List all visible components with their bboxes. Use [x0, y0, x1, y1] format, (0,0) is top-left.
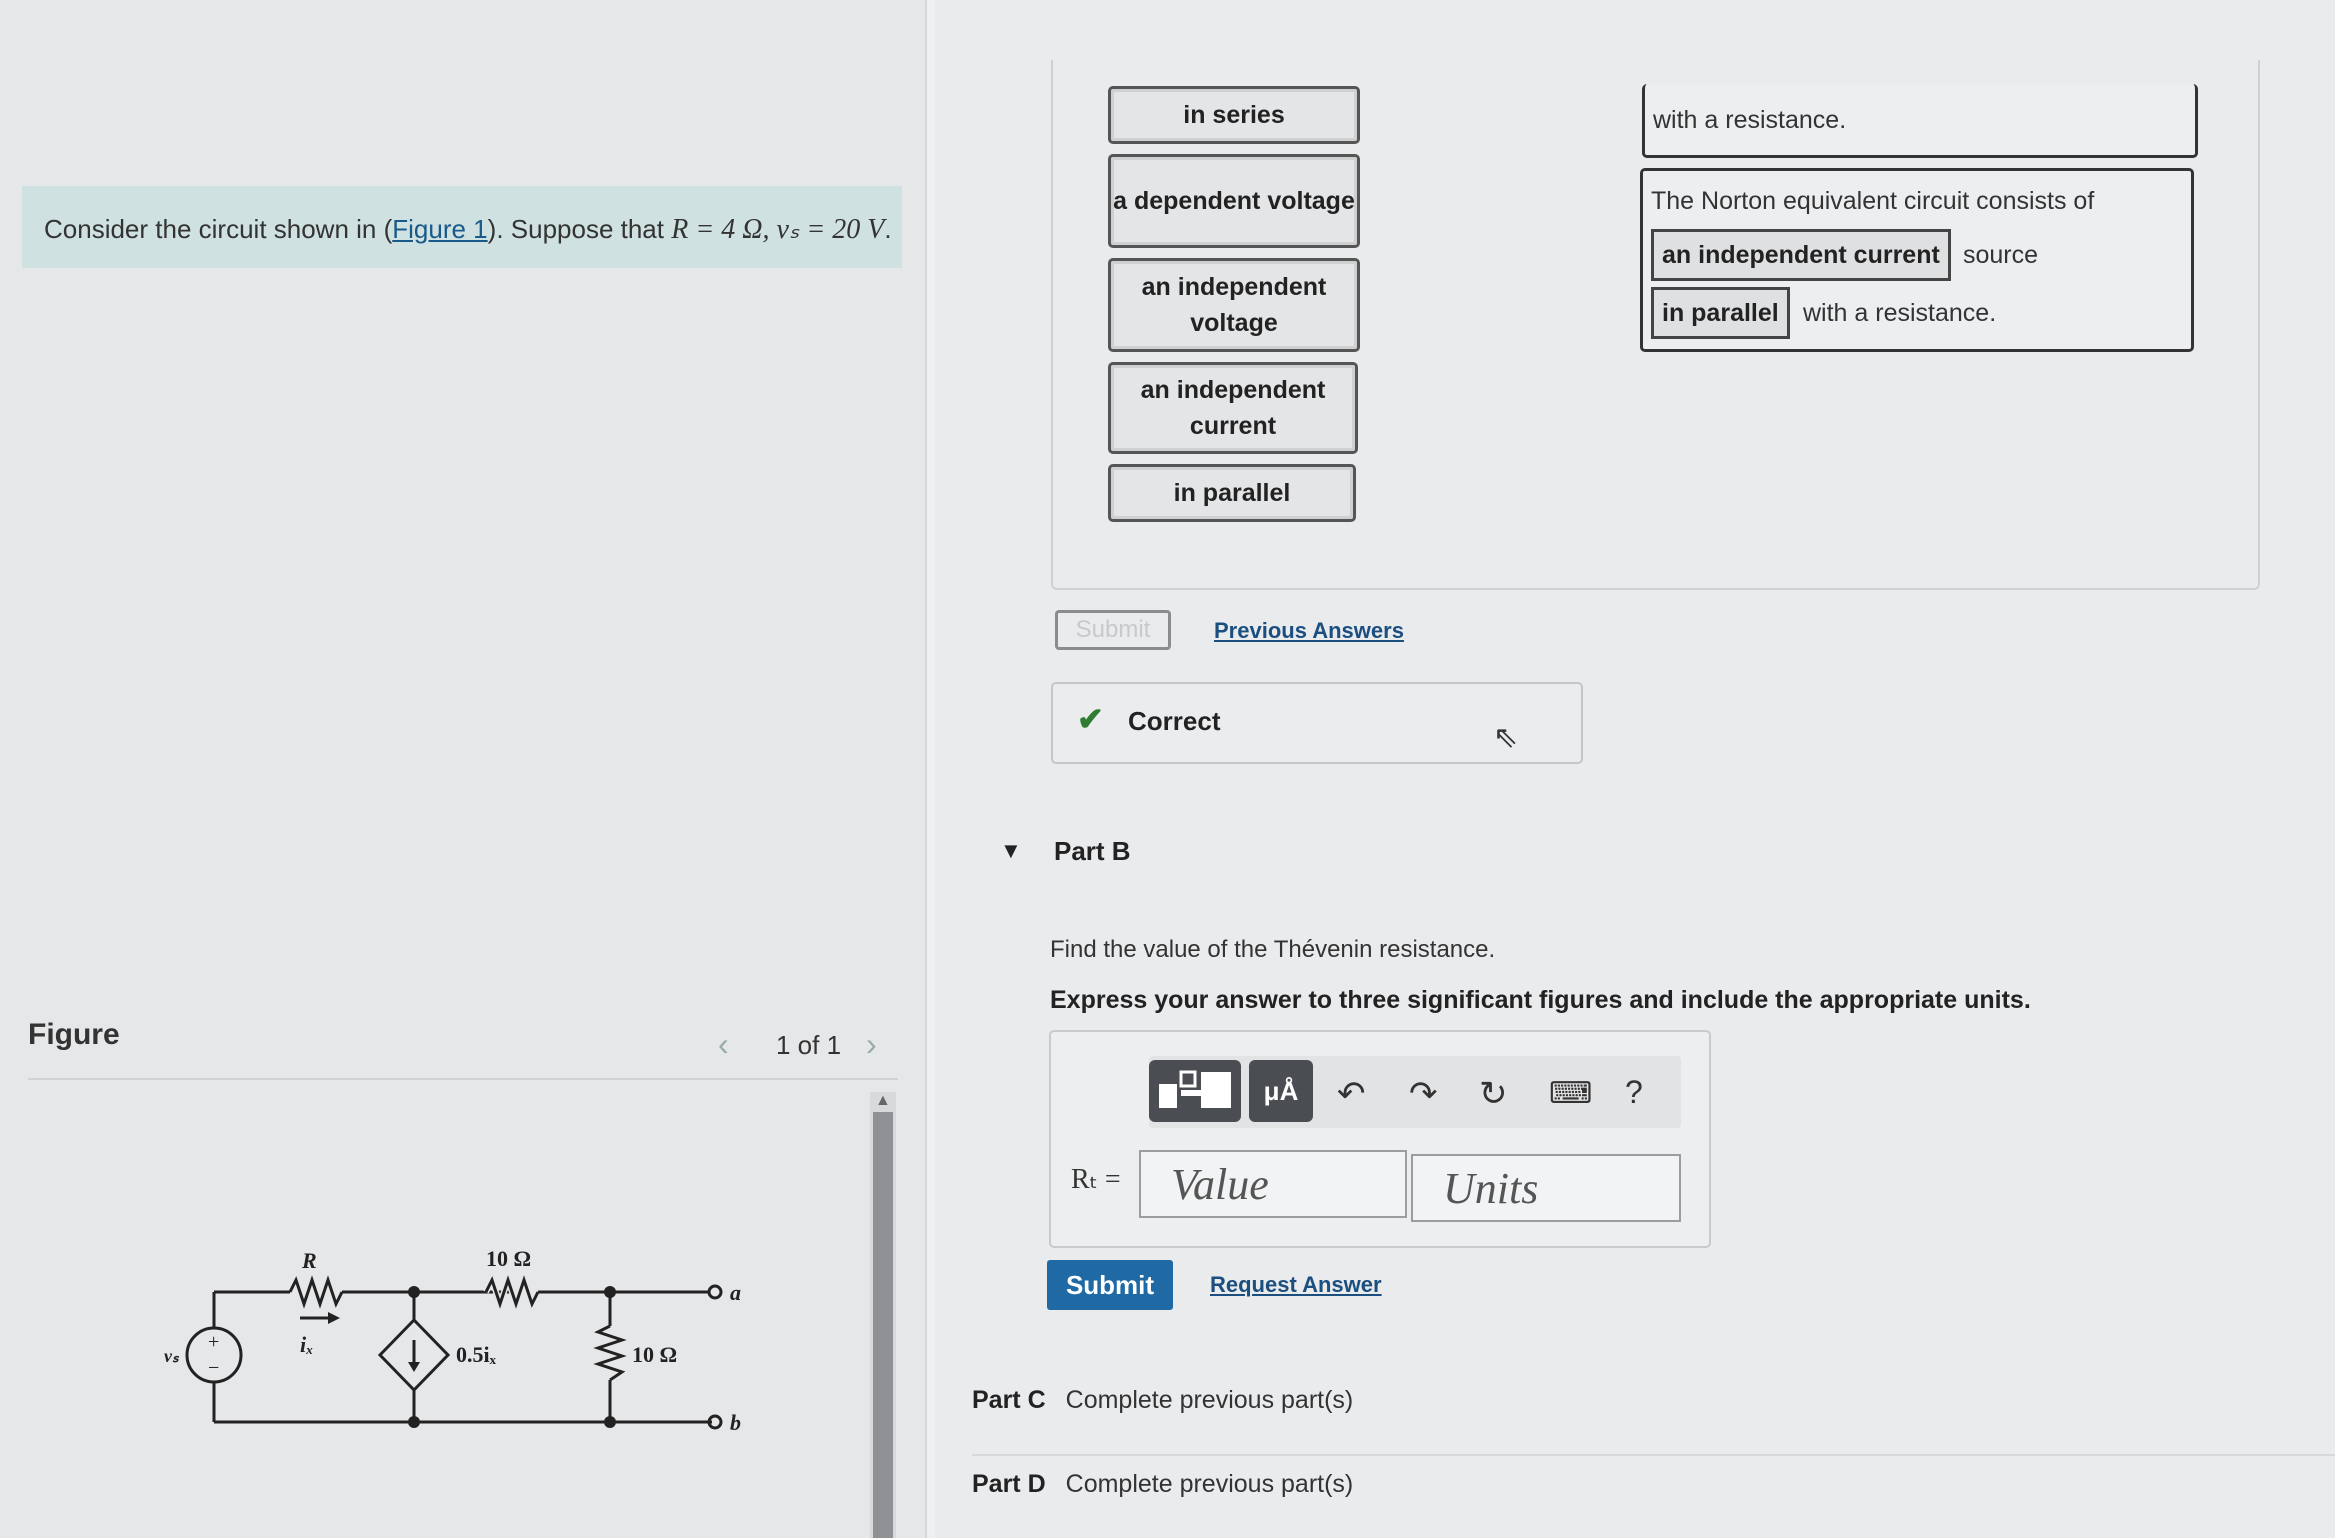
dependent-source-label: 0.5iₓ — [456, 1342, 497, 1367]
plus-sign: + — [208, 1331, 219, 1353]
thevenin-tail-text: with a resistance. — [1653, 106, 1847, 134]
undo-icon[interactable]: ↶ — [1337, 1074, 1366, 1114]
part-c-row[interactable]: Part C Complete previous part(s) — [972, 1386, 1353, 1415]
figure-next-icon[interactable]: › — [866, 1026, 877, 1063]
part-d-status: Complete previous part(s) — [1065, 1470, 1354, 1498]
templates-icon — [1159, 1070, 1231, 1108]
part-d-row[interactable]: Part D Complete previous part(s) — [972, 1470, 1353, 1499]
redo-icon[interactable]: ↷ — [1409, 1074, 1438, 1114]
source-vs-label: vₛ — [164, 1346, 180, 1366]
previous-answers-link[interactable]: Previous Answers — [1214, 618, 1404, 644]
figure-scroll-thumb[interactable] — [873, 1112, 893, 1538]
math-toolbar: μÅ ↶ ↷ ↻ ⌨ ? — [1149, 1056, 1681, 1128]
part-divider — [972, 1454, 2335, 1456]
norton-connection-slot[interactable]: in parallel — [1651, 287, 1790, 339]
part-b-question: Find the value of the Thévenin resistanc… — [1050, 936, 1496, 963]
part-b-submit-button[interactable]: Submit — [1047, 1260, 1173, 1310]
units-button[interactable]: μÅ — [1249, 1060, 1313, 1122]
answer-box: μÅ ↶ ↷ ↻ ⌨ ? Rₜ = — [1049, 1030, 1711, 1248]
scroll-up-icon[interactable]: ▲ — [875, 1092, 891, 1110]
part-b-instruction: Express your answer to three significant… — [1050, 986, 2031, 1014]
part-d-label: Part D — [972, 1470, 1046, 1498]
figure-prev-icon[interactable]: ‹ — [718, 1026, 729, 1063]
part-c-status: Complete previous part(s) — [1065, 1386, 1354, 1414]
problem-statement: Consider the circuit shown in (Figure 1)… — [22, 186, 902, 268]
collapse-toggle-icon[interactable]: ▼ — [1000, 838, 1022, 864]
minus-sign: − — [208, 1357, 219, 1379]
help-button[interactable]: ? — [1625, 1074, 1643, 1111]
norton-source-word: source — [1963, 241, 2039, 269]
variable-label: Rₜ = — [1071, 1164, 1121, 1195]
terminal-a-label: a — [730, 1280, 741, 1305]
norton-tail-text: with a resistance. — [1803, 299, 1997, 327]
part-a-submit-button[interactable]: Submit — [1055, 610, 1171, 650]
option-in-parallel[interactable]: in parallel — [1108, 464, 1356, 522]
option-in-series[interactable]: in series — [1108, 86, 1360, 144]
feedback-text: Correct — [1128, 706, 1221, 736]
units-input[interactable] — [1411, 1154, 1681, 1222]
part-b-title[interactable]: Part B — [1054, 836, 1131, 867]
resistor-top-label: 10 Ω — [486, 1246, 531, 1271]
figure-link[interactable]: Figure 1 — [392, 214, 487, 244]
pane-divider[interactable] — [925, 0, 935, 1538]
option-dependent-voltage[interactable]: a dependent voltage — [1108, 154, 1360, 248]
value-input[interactable] — [1139, 1150, 1407, 1218]
option-independent-voltage[interactable]: an independent voltage — [1108, 258, 1360, 352]
part-c-label: Part C — [972, 1386, 1046, 1414]
figure-divider — [28, 1078, 898, 1080]
current-ix-label: iₓ — [300, 1332, 314, 1357]
problem-pane: Consider the circuit shown in (Figure 1)… — [0, 0, 925, 1538]
mouse-cursor-icon: ⇖ — [1493, 721, 1519, 754]
problem-math: R = 4 Ω, vₛ = 20 V — [671, 214, 885, 245]
option-independent-current[interactable]: an independent current — [1108, 362, 1358, 454]
request-answer-link[interactable]: Request Answer — [1210, 1272, 1382, 1298]
circuit-diagram: R iₓ 10 Ω 0.5iₓ 10 Ω vₛ + − a b — [164, 1246, 741, 1435]
problem-text: Consider the circuit shown in (Figure 1)… — [44, 214, 892, 245]
resistor-right-label: 10 Ω — [632, 1342, 677, 1367]
checkmark-icon: ✔ — [1077, 701, 1104, 737]
figure-heading: Figure — [28, 1018, 120, 1051]
norton-source-slot[interactable]: an independent current — [1651, 229, 1951, 281]
reset-icon[interactable]: ↻ — [1479, 1074, 1508, 1114]
keyboard-icon[interactable]: ⌨ — [1549, 1076, 1592, 1111]
figure-counter: 1 of 1 — [776, 1030, 842, 1060]
templates-button[interactable] — [1149, 1060, 1241, 1122]
terminal-b-label: b — [730, 1410, 741, 1435]
feedback-correct: ✔ Correct ⇖ — [1051, 682, 1583, 764]
thevenin-target-box: with a resistance. — [1642, 84, 2198, 158]
norton-target-box: The Norton equivalent circuit consists o… — [1640, 168, 2194, 352]
resistor-r-label: R — [301, 1248, 317, 1273]
norton-intro-text: The Norton equivalent circuit consists o… — [1651, 187, 2095, 215]
